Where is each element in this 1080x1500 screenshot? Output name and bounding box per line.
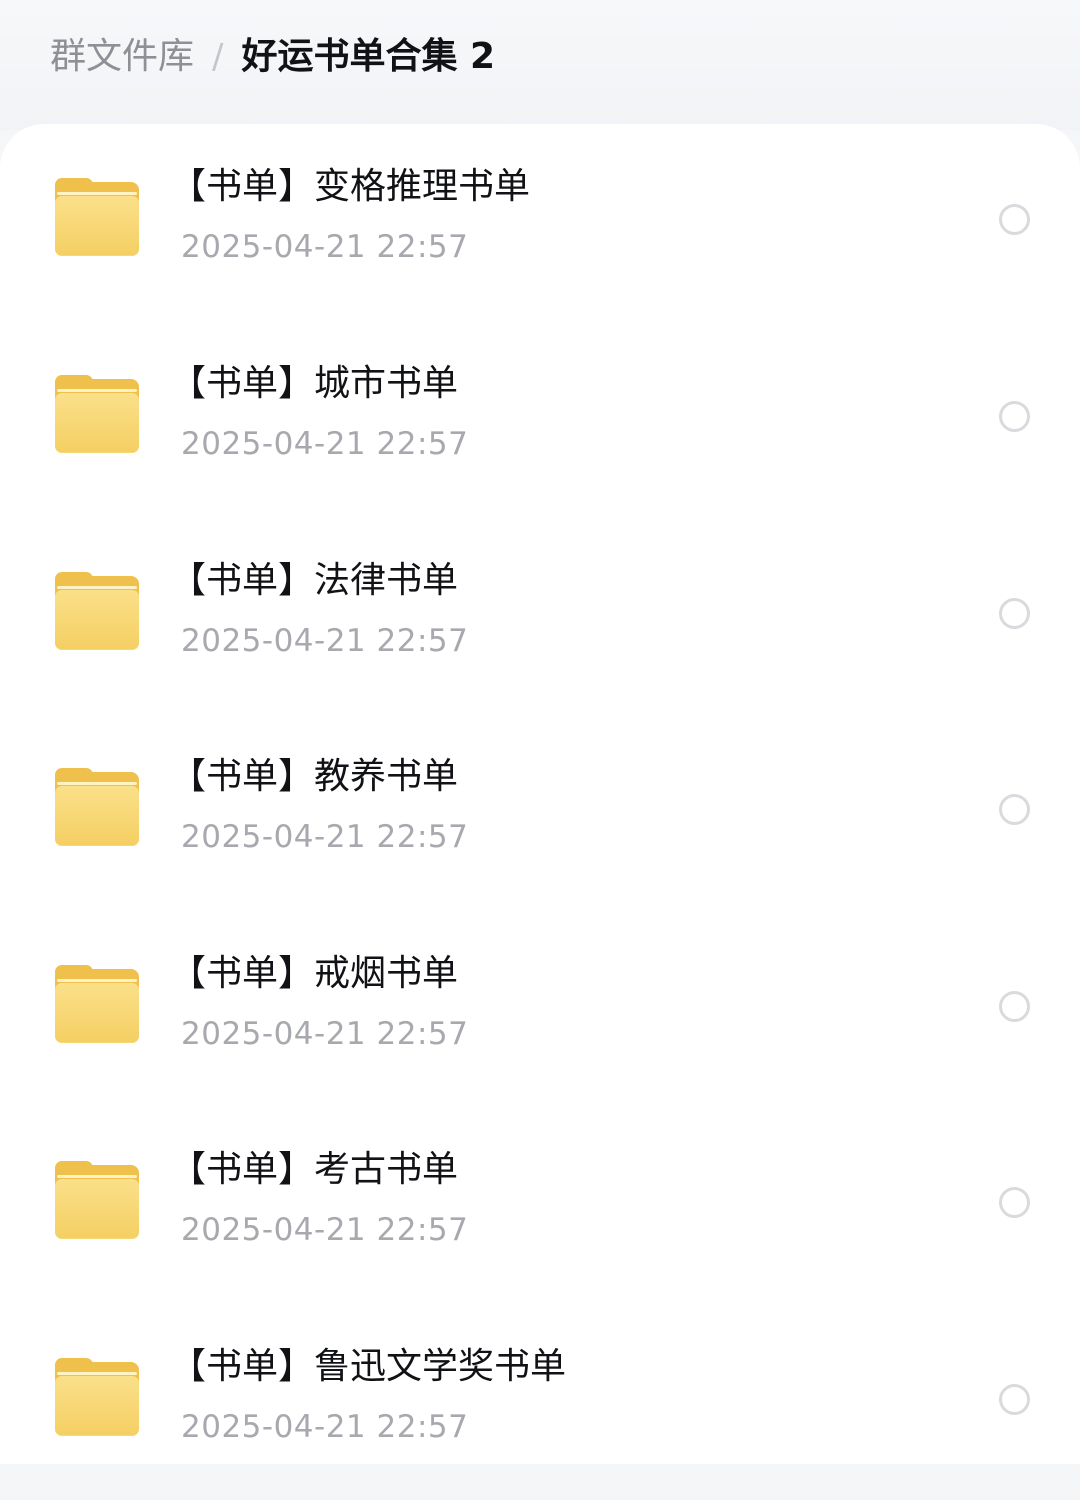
file-row[interactable]: 【书单】法律书单 2025-04-21 22:57: [0, 518, 1080, 714]
file-name: 【书单】鲁迅文学奖书单: [170, 1346, 567, 1387]
file-row[interactable]: 【书单】教养书单 2025-04-21 22:57: [0, 714, 1080, 910]
select-radio[interactable]: [999, 598, 1030, 629]
breadcrumb-current: 好运书单合集 2: [241, 36, 496, 77]
folder-icon: [55, 1161, 139, 1239]
file-date: 2025-04-21 22:57: [181, 819, 469, 855]
select-radio[interactable]: [999, 991, 1030, 1022]
select-radio[interactable]: [999, 1384, 1030, 1415]
file-row[interactable]: 【书单】戒烟书单 2025-04-21 22:57: [0, 911, 1080, 1107]
file-row[interactable]: 【书单】城市书单 2025-04-21 22:57: [0, 321, 1080, 517]
file-name: 【书单】城市书单: [170, 363, 459, 404]
select-radio[interactable]: [999, 204, 1030, 235]
select-radio[interactable]: [999, 1187, 1030, 1218]
folder-icon: [55, 375, 139, 453]
folder-icon: [55, 1358, 139, 1436]
file-date: 2025-04-21 22:57: [181, 623, 469, 659]
file-name: 【书单】考古书单: [170, 1149, 459, 1190]
breadcrumb-separator: /: [212, 37, 224, 77]
file-name: 【书单】法律书单: [170, 560, 459, 601]
folder-icon: [55, 768, 139, 846]
file-date: 2025-04-21 22:57: [181, 229, 469, 265]
folder-icon: [55, 965, 139, 1043]
file-date: 2025-04-21 22:57: [181, 1409, 469, 1445]
file-row[interactable]: 【书单】鲁迅文学奖书单 2025-04-21 22:57: [0, 1304, 1080, 1500]
file-date: 2025-04-21 22:57: [181, 426, 469, 462]
breadcrumb-root-link[interactable]: 群文件库: [50, 30, 194, 84]
folder-icon: [55, 572, 139, 650]
file-name: 【书单】教养书单: [170, 756, 459, 797]
select-radio[interactable]: [999, 794, 1030, 825]
file-name: 【书单】戒烟书单: [170, 953, 459, 994]
select-radio[interactable]: [999, 401, 1030, 432]
file-list-card: 【书单】变格推理书单 2025-04-21 22:57 【书单】城市书单 202…: [0, 124, 1080, 1464]
top-bar: 群文件库 / 好运书单合集 2: [0, 0, 1080, 130]
file-date: 2025-04-21 22:57: [181, 1016, 469, 1052]
file-name: 【书单】变格推理书单: [170, 166, 531, 207]
file-row[interactable]: 【书单】考古书单 2025-04-21 22:57: [0, 1107, 1080, 1303]
file-row[interactable]: 【书单】变格推理书单 2025-04-21 22:57: [0, 124, 1080, 320]
breadcrumb: 群文件库 / 好运书单合集 2: [50, 30, 495, 84]
file-date: 2025-04-21 22:57: [181, 1212, 469, 1248]
folder-icon: [55, 178, 139, 256]
